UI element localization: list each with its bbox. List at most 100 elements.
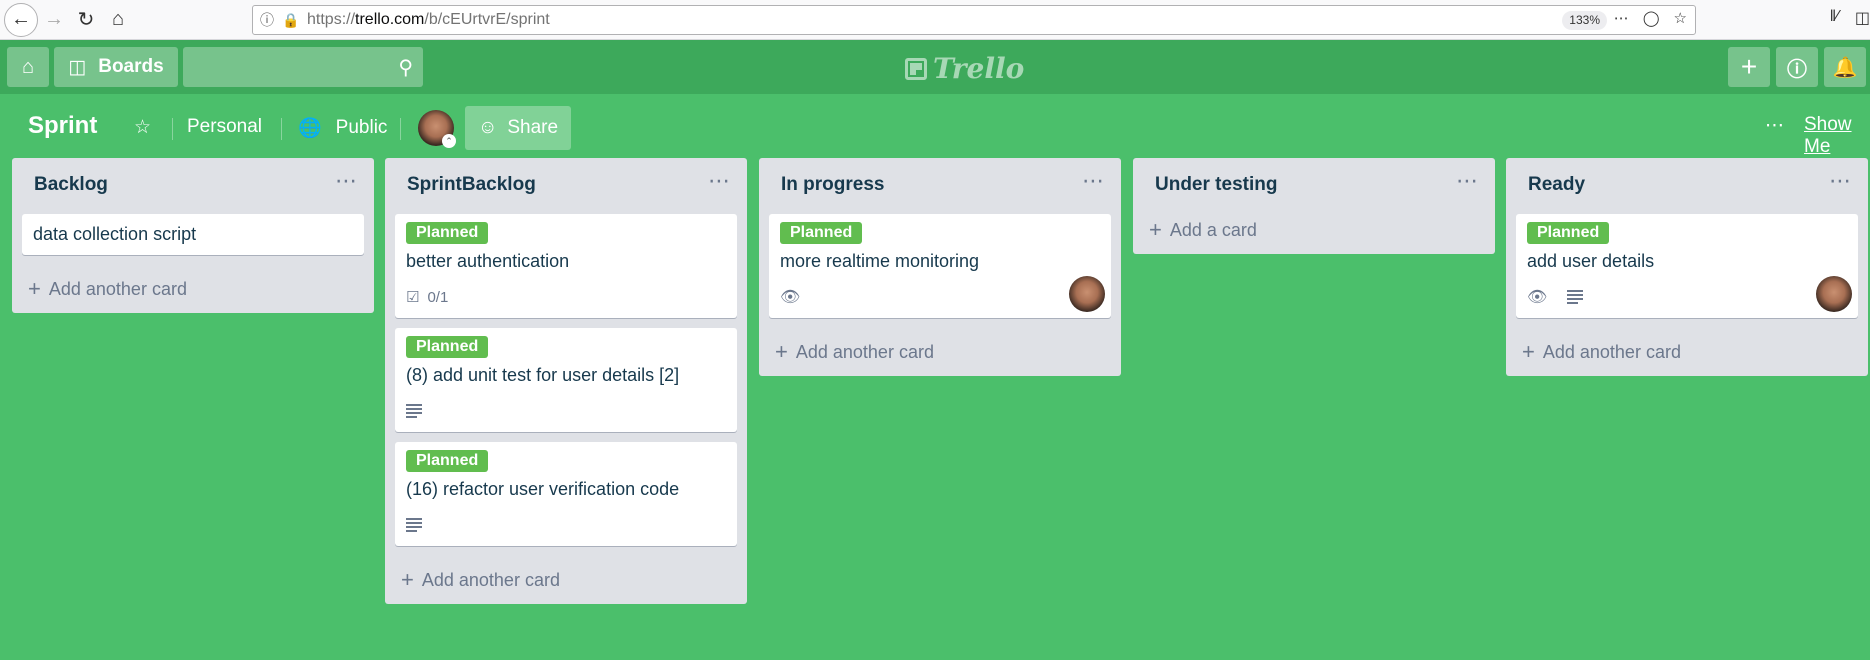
list-title[interactable]: Under testing bbox=[1155, 174, 1277, 196]
home-button[interactable]: ⌂ bbox=[7, 47, 49, 87]
watch-icon: 👁 bbox=[1527, 289, 1548, 306]
description-icon bbox=[406, 518, 422, 532]
card-title: (8) add unit test for user details [2] bbox=[406, 365, 680, 385]
member-avatar[interactable]: ⌃ bbox=[418, 110, 456, 148]
card[interactable]: Planned add user details 👁 bbox=[1516, 214, 1858, 318]
search-input[interactable]: ⚲ bbox=[183, 47, 423, 87]
info-icon: ⓘ bbox=[1787, 58, 1807, 81]
sidebar-icon[interactable]: ◫ bbox=[1855, 8, 1870, 28]
bell-icon: 🔔 bbox=[1832, 56, 1858, 79]
add-card-label: Add another card bbox=[48, 278, 187, 299]
list-menu-icon[interactable]: ⋯ bbox=[1082, 168, 1105, 194]
card-title: better authentication bbox=[406, 251, 570, 271]
list-under-testing: Under testing ⋯ + Add a card bbox=[1133, 158, 1495, 254]
card[interactable]: Planned (16) refactor user verification … bbox=[395, 442, 737, 546]
admin-icon: ⌃ bbox=[442, 134, 456, 148]
divider bbox=[172, 118, 173, 140]
zoom-level[interactable]: 133% bbox=[1562, 11, 1607, 30]
card-label[interactable]: Planned bbox=[406, 450, 489, 472]
boards-icon: ◫ bbox=[68, 56, 87, 78]
list-menu-icon[interactable]: ⋯ bbox=[1829, 168, 1852, 194]
show-menu-label: Show Me bbox=[1804, 114, 1852, 157]
checklist-badge: ☑ 0/1 bbox=[406, 288, 449, 307]
add-card-button[interactable]: + Add another card bbox=[1506, 328, 1868, 376]
home-icon[interactable]: ⌂ bbox=[102, 4, 134, 36]
list-title[interactable]: SprintBacklog bbox=[407, 174, 536, 196]
share-button[interactable]: ☺ Share bbox=[465, 106, 571, 150]
list-title[interactable]: In progress bbox=[781, 174, 884, 196]
add-card-label: Add another card bbox=[795, 341, 934, 362]
list-sprintbacklog: SprintBacklog ⋯ Planned better authentic… bbox=[385, 158, 747, 604]
member-avatar[interactable] bbox=[1816, 276, 1852, 312]
page-info-icon[interactable]: ⓘ bbox=[253, 10, 281, 30]
add-card-button[interactable]: + Add another card bbox=[385, 556, 747, 604]
reload-icon[interactable]: ↻ bbox=[70, 4, 102, 36]
card-label[interactable]: Planned bbox=[406, 336, 489, 358]
list-in-progress: In progress ⋯ Planned more realtime moni… bbox=[759, 158, 1121, 376]
plus-icon: + bbox=[775, 339, 788, 364]
card-title: more realtime monitoring bbox=[780, 251, 980, 271]
divider bbox=[281, 118, 282, 140]
board-title[interactable]: Sprint bbox=[28, 112, 97, 140]
more-actions-icon[interactable]: ⋯ bbox=[1614, 9, 1629, 27]
star-icon: ☆ bbox=[134, 117, 152, 138]
list-title[interactable]: Ready bbox=[1528, 174, 1585, 196]
card[interactable]: Planned better authentication ☑ 0/1 bbox=[395, 214, 737, 318]
star-button[interactable]: ☆ bbox=[134, 116, 151, 139]
checkbox-icon: ☑ bbox=[406, 289, 420, 306]
card[interactable]: Planned (8) add unit test for user detai… bbox=[395, 328, 737, 432]
lock-icon: 🔒 bbox=[282, 11, 300, 28]
member-avatar[interactable] bbox=[1069, 276, 1105, 312]
card-title: (16) refactor user verification code bbox=[406, 479, 680, 499]
list-menu-icon[interactable]: ⋯ bbox=[708, 168, 731, 194]
url-bar[interactable]: ⓘ 🔒 https://trello.com/b/cEUrtvrE/sprint… bbox=[252, 5, 1696, 35]
back-icon[interactable]: ← bbox=[4, 2, 38, 37]
add-card-label: Add a card bbox=[1169, 219, 1257, 240]
plus-icon: + bbox=[1149, 217, 1162, 242]
card-label[interactable]: Planned bbox=[1527, 222, 1610, 244]
list-menu-icon[interactable]: ⋯ bbox=[1456, 168, 1479, 194]
create-button[interactable]: + bbox=[1728, 47, 1770, 87]
notifications-button[interactable]: 🔔 bbox=[1824, 47, 1866, 87]
url-text[interactable]: https://trello.com/b/cEUrtvrE/sprint bbox=[307, 11, 550, 29]
add-card-button[interactable]: + Add another card bbox=[12, 265, 374, 313]
globe-icon: 🌐 bbox=[298, 118, 322, 139]
pocket-icon[interactable]: ◯ bbox=[1643, 9, 1660, 27]
ellipsis-icon: ⋯ bbox=[1765, 115, 1784, 136]
card-title: data collection script bbox=[33, 224, 197, 244]
visibility-label: Public bbox=[335, 117, 388, 138]
divider bbox=[400, 118, 401, 140]
watch-icon: 👁 bbox=[780, 289, 801, 306]
card-title: add user details bbox=[1527, 251, 1655, 271]
app-header: ⌂ ◫ Boards ⚲ Trello + ⓘ 🔔 bbox=[0, 40, 1870, 94]
card-label[interactable]: Planned bbox=[406, 222, 489, 244]
add-card-label: Add another card bbox=[1542, 341, 1681, 362]
add-card-label: Add another card bbox=[421, 569, 560, 590]
house-icon: ⌂ bbox=[21, 55, 35, 78]
description-icon bbox=[406, 404, 422, 418]
list-menu-icon[interactable]: ⋯ bbox=[335, 168, 358, 194]
forward-icon[interactable]: → bbox=[38, 4, 70, 36]
list-title[interactable]: Backlog bbox=[34, 174, 108, 196]
visibility-button[interactable]: 🌐 Public bbox=[298, 116, 387, 140]
bookmark-star-icon[interactable]: ☆ bbox=[1674, 9, 1687, 27]
show-menu-button[interactable]: ⋯ Show Me bbox=[1765, 114, 1870, 158]
card[interactable]: data collection script bbox=[22, 214, 364, 255]
list-ready: Ready ⋯ Planned add user details 👁 + Add… bbox=[1506, 158, 1868, 376]
add-member-icon: ☺ bbox=[477, 117, 498, 138]
info-button[interactable]: ⓘ bbox=[1776, 47, 1818, 87]
team-button[interactable]: Personal bbox=[187, 116, 262, 138]
boards-label: Boards bbox=[98, 56, 164, 77]
library-icon[interactable]: ‖⁄ bbox=[1830, 8, 1839, 28]
card[interactable]: Planned more realtime monitoring 👁 bbox=[769, 214, 1111, 318]
trello-logo[interactable]: Trello bbox=[905, 52, 1024, 85]
add-card-button[interactable]: + Add another card bbox=[759, 328, 1121, 376]
card-label[interactable]: Planned bbox=[780, 222, 863, 244]
board-header: Sprint ☆ Personal 🌐 Public ⌃ ☺ Share ⋯ S… bbox=[0, 104, 1870, 157]
plus-icon: + bbox=[1522, 339, 1535, 364]
checklist-count: 0/1 bbox=[427, 288, 449, 306]
boards-button[interactable]: ◫ Boards bbox=[54, 47, 178, 87]
browser-toolbar: ← → ↻ ⌂ ⓘ 🔒 https://trello.com/b/cEUrtvr… bbox=[0, 0, 1870, 40]
search-icon[interactable]: ⚲ bbox=[398, 55, 413, 80]
share-label: Share bbox=[507, 117, 559, 138]
